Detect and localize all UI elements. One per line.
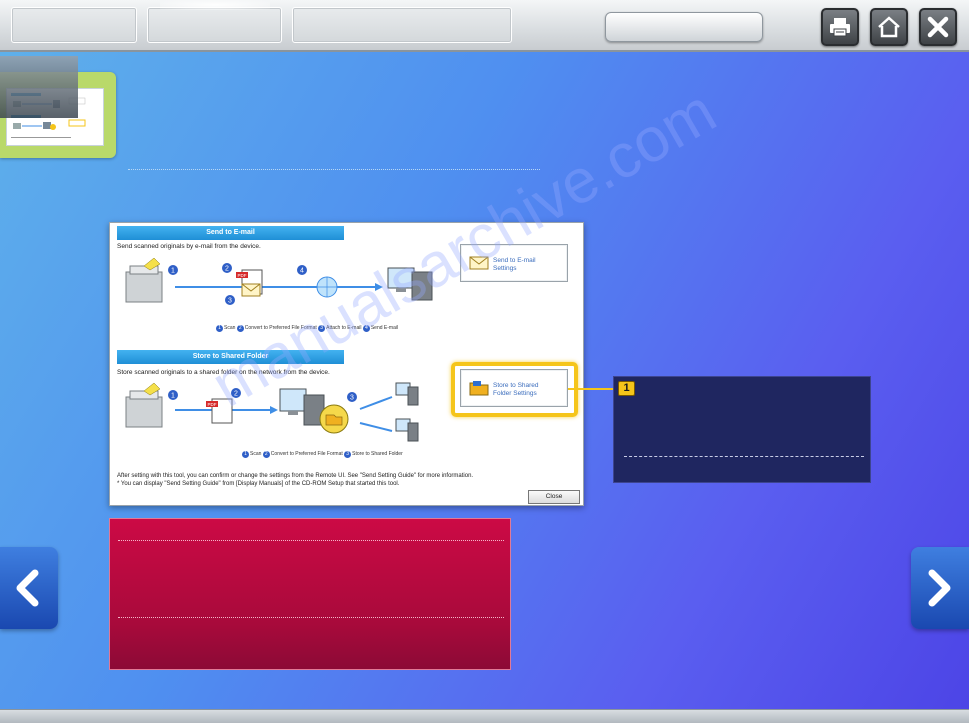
tab-glow [160,0,270,10]
step-number: 2 [225,266,229,273]
top-toolbar [0,0,969,52]
print-icon [830,18,850,37]
print-button[interactable] [821,8,859,46]
info-box [109,518,511,670]
step-number: 3 [228,298,232,305]
home-button[interactable] [870,8,908,46]
home-icon [878,16,900,38]
note-line-2: * You can display "Send Setting Guide" f… [117,481,400,487]
pdf-label: PDF [238,273,247,278]
step-number: 1 [171,268,175,275]
tab-2[interactable] [147,7,282,43]
callout-divider [624,456,864,457]
chevron-left-icon [16,569,39,607]
step-number: 4 [300,268,304,275]
close-dialog-button[interactable]: Close [528,490,580,504]
search-button[interactable] [605,12,763,42]
tool-screenshot: Send to E-mail Send scanned originals by… [109,222,584,506]
callout-connector [568,388,614,390]
previous-page-button[interactable] [0,547,58,629]
email-section-heading: Send to E-mail [117,226,344,240]
email-section-description: Send scanned originals by e-mail from th… [117,243,261,250]
callout-box: 1 [613,376,871,483]
printer-icon [125,258,163,303]
highlight-frame [451,362,578,417]
thumbnail-shade [0,56,78,118]
title-divider [128,169,540,170]
chevron-right-icon [928,569,951,607]
pdf-label: PDF [208,402,217,407]
close-button[interactable] [919,8,957,46]
close-icon [927,16,949,38]
callout-number: 1 [618,381,635,396]
computer-icon [279,388,325,426]
bottom-bar [0,709,969,723]
step-number: 3 [350,395,354,402]
tab-1[interactable] [11,7,137,43]
folder-steps-legend: 1 Scan 2 Convert to Preferred File Format … [242,451,403,458]
network-computer-icon [395,418,419,442]
info-divider [118,617,504,618]
network-computer-icon [395,382,419,406]
note-line-1: After setting with this tool, you can co… [117,473,474,479]
next-page-button[interactable] [911,547,969,629]
step-number: 1 [171,393,175,400]
info-divider [118,540,504,541]
folder-icon [319,404,349,434]
pdf-document-icon: PDF [236,269,263,297]
printer-icon [125,382,163,428]
tab-3[interactable] [292,7,512,43]
